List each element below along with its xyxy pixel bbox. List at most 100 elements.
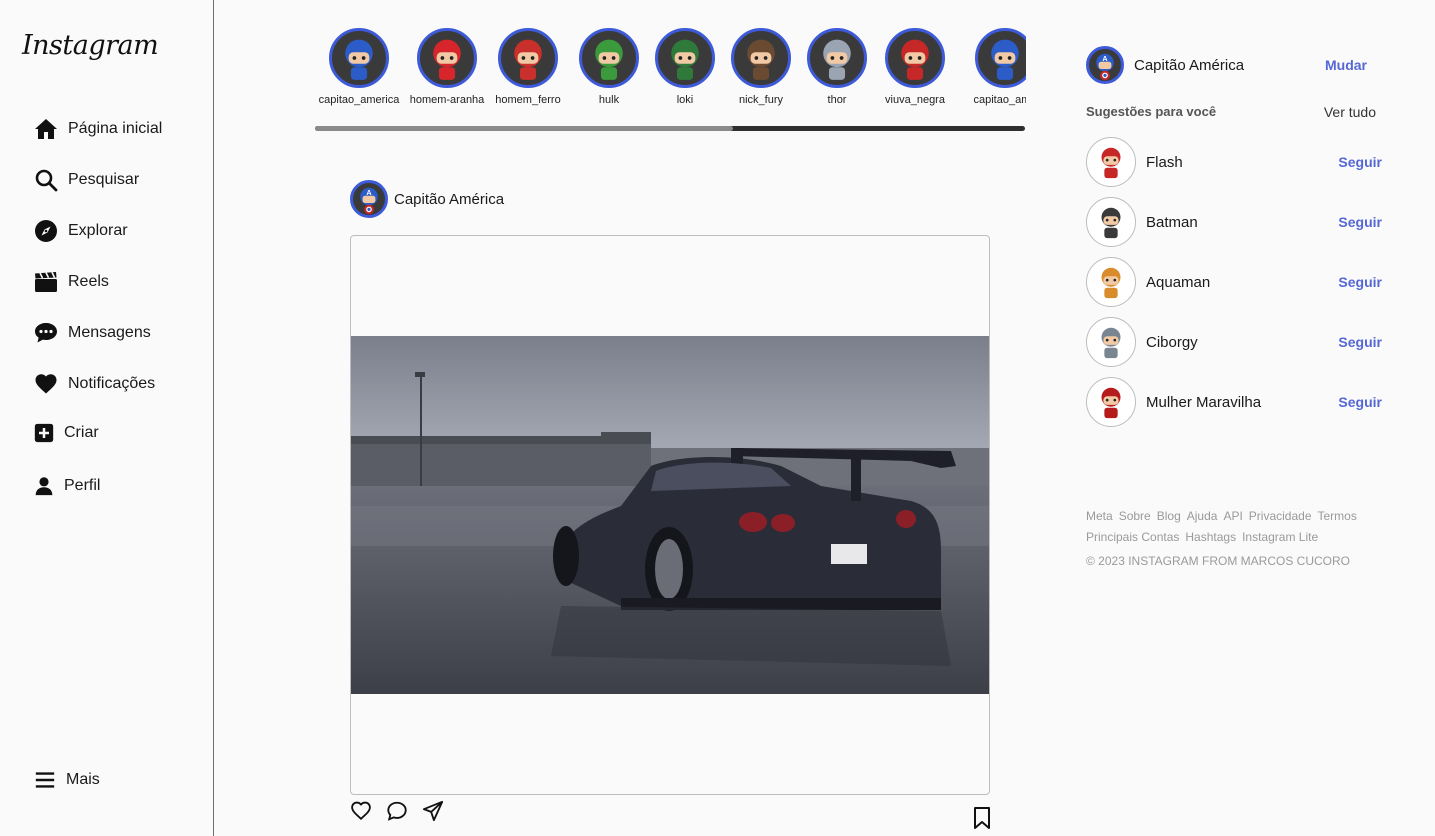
story-username[interactable]: capitao_america [314, 94, 404, 107]
suggestion-name[interactable]: Ciborgy [1146, 334, 1198, 351]
footer-links: Meta Sobre Blog Ajuda API Privacidade Termos P… [1086, 506, 1386, 548]
hero-avatar-icon [345, 39, 373, 80]
suggestion-name[interactable]: Batman [1146, 214, 1198, 231]
hero-avatar-icon [901, 39, 929, 80]
nav-item-notifications[interactable]: Notificações [34, 372, 155, 396]
story-avatar[interactable] [807, 28, 867, 88]
footer-link[interactable]: Privacidade [1249, 509, 1312, 523]
footer-link[interactable]: Termos [1318, 509, 1357, 523]
story-item[interactable]: homem-aranha [402, 28, 492, 107]
post-image[interactable] [351, 336, 989, 694]
current-user-avatar[interactable]: A [1086, 46, 1124, 84]
story-item[interactable]: capitao_america [314, 28, 404, 107]
suggestion-name[interactable]: Aquaman [1146, 274, 1210, 291]
footer-links-row: Principais Contas Hashtags Instagram Lite [1086, 527, 1386, 548]
story-avatar[interactable] [579, 28, 639, 88]
story-avatar[interactable] [885, 28, 945, 88]
hero-avatar-icon [1101, 327, 1121, 359]
story-username[interactable]: homem_ferro [483, 94, 573, 107]
suggestion-avatar[interactable] [1086, 317, 1136, 367]
suggestion-avatar[interactable] [1086, 137, 1136, 187]
post-author-name[interactable]: Capitão América [394, 191, 504, 208]
clapperboard-icon [35, 271, 57, 292]
nav-item-messages[interactable]: Mensagens [34, 321, 151, 345]
footer-link[interactable]: Sobre [1119, 509, 1151, 523]
nav-item-profile[interactable]: Perfil [34, 474, 100, 498]
nav-item-label: Perfil [64, 477, 101, 494]
footer-link[interactable]: Hashtags [1185, 530, 1236, 544]
save-bookmark-icon[interactable] [973, 806, 991, 830]
nav-item-label: Explorar [68, 222, 128, 239]
story-item[interactable]: thor [792, 28, 882, 107]
share-send-icon[interactable] [422, 800, 444, 822]
story-avatar[interactable] [417, 28, 477, 88]
story-username[interactable]: homem-aranha [402, 94, 492, 107]
captain-america-avatar-icon: A [360, 187, 378, 215]
nav-item-label: Reels [68, 273, 109, 290]
suggestion-item: Batman Seguir [1086, 197, 1382, 247]
story-username[interactable]: capitao_ame [960, 94, 1027, 107]
captain-america-avatar-icon: A [1096, 53, 1114, 81]
see-all-button[interactable]: Ver tudo [1324, 104, 1376, 120]
nav-item-explore[interactable]: Explorar [34, 219, 128, 243]
follow-button[interactable]: Seguir [1338, 274, 1382, 290]
nav-item-create[interactable]: Criar [34, 423, 99, 443]
switch-account-button[interactable]: Mudar [1325, 57, 1367, 73]
story-item[interactable]: homem_ferro [483, 28, 573, 107]
story-avatar[interactable] [975, 28, 1026, 88]
suggestion-avatar[interactable] [1086, 377, 1136, 427]
follow-button[interactable]: Seguir [1338, 334, 1382, 350]
footer-link[interactable]: Ajuda [1187, 509, 1218, 523]
follow-button[interactable]: Seguir [1338, 154, 1382, 170]
footer-link[interactable]: Instagram Lite [1242, 530, 1318, 544]
follow-button[interactable]: Seguir [1338, 394, 1382, 410]
hero-avatar-icon [991, 39, 1019, 80]
stories-tray[interactable]: capitao_america homem-aranha homem_ferro hu… [314, 28, 1026, 128]
story-avatar[interactable] [731, 28, 791, 88]
nav-item-label: Mensagens [68, 324, 151, 341]
comment-icon[interactable] [386, 800, 408, 822]
nav-item-label: Mais [66, 771, 100, 788]
story-username[interactable]: thor [792, 94, 882, 107]
nav-item-home[interactable]: Página inicial [34, 117, 162, 141]
suggestion-item: Ciborgy Seguir [1086, 317, 1382, 367]
story-avatar[interactable] [498, 28, 558, 88]
suggestions-header: Sugestões para você Ver tudo [1086, 104, 1376, 120]
suggestions-title: Sugestões para você [1086, 104, 1217, 119]
story-avatar[interactable] [329, 28, 389, 88]
user-icon [35, 477, 53, 496]
story-item[interactable]: capitao_ame [960, 28, 1026, 107]
nav-item-label: Criar [64, 424, 99, 441]
footer-link[interactable]: Meta [1086, 509, 1113, 523]
story-avatar[interactable] [655, 28, 715, 88]
post-media-frame [350, 235, 990, 795]
home-icon [35, 119, 57, 139]
suggestion-avatar[interactable] [1086, 257, 1136, 307]
nav-item-label: Página inicial [68, 120, 163, 137]
footer-link[interactable]: API [1223, 509, 1242, 523]
story-username[interactable]: viuva_negra [870, 94, 960, 107]
footer-link[interactable]: Principais Contas [1086, 530, 1179, 544]
instagram-logo[interactable]: Instagram [22, 30, 159, 61]
nav-item-label: Notificações [68, 375, 156, 392]
post-header: A Capitão América [350, 180, 504, 218]
heart-icon [35, 374, 57, 394]
suggestion-name[interactable]: Flash [1146, 154, 1183, 171]
like-heart-icon[interactable] [350, 800, 372, 822]
post-author-avatar[interactable]: A [350, 180, 388, 218]
compass-icon [35, 220, 57, 242]
nav-item-search[interactable]: Pesquisar [34, 168, 139, 192]
current-user-name[interactable]: Capitão América [1134, 57, 1244, 74]
footer-link[interactable]: Blog [1157, 509, 1181, 523]
nav-item-more[interactable]: Mais [34, 769, 100, 791]
hero-avatar-icon [1101, 267, 1121, 299]
stories-scrollbar[interactable] [315, 126, 1025, 131]
suggestion-avatar[interactable] [1086, 197, 1136, 247]
suggestion-name[interactable]: Mulher Maravilha [1146, 394, 1261, 411]
sidebar: Instagram Página inicial Pesquisar Explo… [0, 0, 214, 836]
nav-item-reels[interactable]: Reels [34, 270, 109, 294]
story-item[interactable]: viuva_negra [870, 28, 960, 107]
follow-button[interactable]: Seguir [1338, 214, 1382, 230]
stories-scrollbar-thumb[interactable] [315, 126, 733, 131]
hero-avatar-icon [671, 39, 699, 80]
